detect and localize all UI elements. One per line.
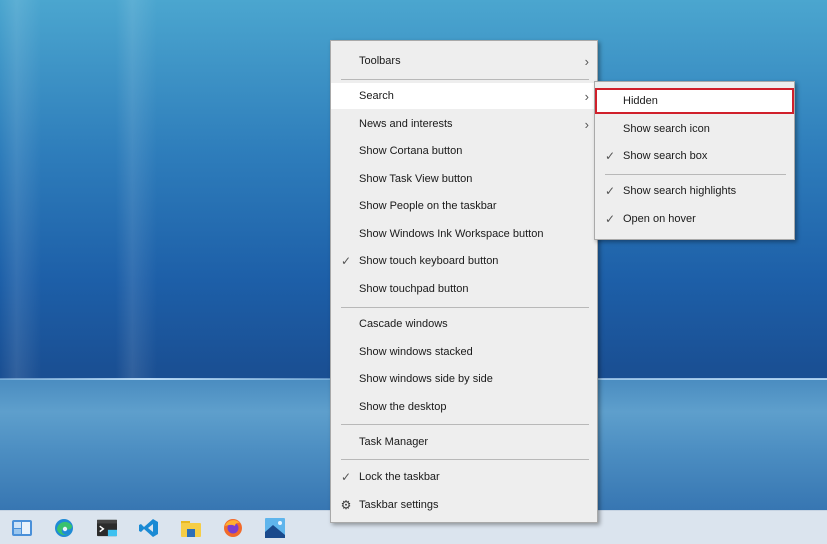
menu-separator (341, 307, 589, 308)
menu-item-show-windows-side-by-side[interactable]: Show windows side by side (331, 366, 597, 392)
terminal-icon[interactable] (97, 518, 117, 538)
menu-item-label: Taskbar settings (359, 499, 439, 511)
submenu-item-label: Hidden (623, 95, 658, 107)
submenu-separator (605, 174, 786, 175)
firefox-icon[interactable] (223, 518, 243, 538)
chevron-right-icon: › (584, 88, 589, 104)
menu-separator (341, 79, 589, 80)
submenu-item-label: Show search icon (623, 123, 710, 135)
menu-item-cascade-windows[interactable]: Cascade windows (331, 311, 597, 337)
menu-item-label: Cascade windows (359, 318, 448, 330)
menu-item-label: Show People on the taskbar (359, 200, 497, 212)
search-submenu: Hidden Show search icon ✓ Show search bo… (594, 81, 795, 240)
menu-item-label: Task Manager (359, 436, 429, 448)
menu-item-show-windows-ink[interactable]: Show Windows Ink Workspace button (331, 221, 597, 247)
chevron-right-icon: › (584, 53, 589, 69)
menu-item-label: Show Cortana button (359, 145, 463, 157)
menu-item-task-manager[interactable]: Task Manager (331, 429, 597, 455)
menu-item-show-touchpad[interactable]: Show touchpad button (331, 276, 597, 302)
menu-item-show-the-desktop[interactable]: Show the desktop (331, 394, 597, 420)
taskbar-context-menu: Toolbars › Search › News and interests ›… (330, 40, 598, 523)
menu-item-label: Toolbars (359, 55, 401, 67)
chevron-right-icon: › (584, 116, 589, 132)
menu-item-show-cortana-button[interactable]: Show Cortana button (331, 138, 597, 164)
submenu-item-show-search-icon[interactable]: Show search icon (595, 116, 794, 142)
menu-item-label: Show windows stacked (359, 346, 473, 358)
menu-item-label: Show touch keyboard button (359, 255, 499, 267)
checkmark-icon: ✓ (604, 212, 616, 226)
menu-item-show-task-view-button[interactable]: Show Task View button (331, 166, 597, 192)
menu-item-label: Show Task View button (359, 173, 473, 185)
menu-item-news-and-interests[interactable]: News and interests › (331, 111, 597, 137)
checkmark-icon: ✓ (340, 254, 352, 268)
menu-item-toolbars[interactable]: Toolbars › (331, 48, 597, 74)
submenu-item-label: Show search box (623, 150, 708, 162)
submenu-item-show-search-highlights[interactable]: ✓ Show search highlights (595, 178, 794, 204)
menu-item-lock-the-taskbar[interactable]: ✓ Lock the taskbar (331, 464, 597, 490)
edge-icon[interactable] (54, 518, 74, 538)
menu-separator (341, 459, 589, 460)
menu-item-show-windows-stacked[interactable]: Show windows stacked (331, 339, 597, 365)
menu-item-label: News and interests (359, 118, 453, 130)
menu-item-search[interactable]: Search › (331, 83, 597, 109)
menu-item-label: Show Windows Ink Workspace button (359, 228, 544, 240)
menu-item-label: Show touchpad button (359, 283, 469, 295)
menu-item-show-touch-keyboard[interactable]: ✓ Show touch keyboard button (331, 248, 597, 274)
menu-item-label: Search (359, 90, 394, 102)
checkmark-icon: ✓ (604, 149, 616, 163)
submenu-item-label: Open on hover (623, 213, 696, 225)
submenu-item-hidden[interactable]: Hidden (595, 88, 794, 114)
gear-icon: ⚙ (340, 498, 352, 512)
menu-item-taskbar-settings[interactable]: ⚙ Taskbar settings (331, 492, 597, 518)
widgets-icon[interactable] (12, 518, 32, 538)
photos-icon[interactable] (265, 518, 285, 538)
submenu-item-show-search-box[interactable]: ✓ Show search box (595, 143, 794, 169)
menu-separator (341, 424, 589, 425)
checkmark-icon: ✓ (340, 470, 352, 484)
menu-item-label: Show the desktop (359, 401, 447, 413)
checkmark-icon: ✓ (604, 184, 616, 198)
file-explorer-icon[interactable] (181, 518, 201, 538)
menu-item-label: Show windows side by side (359, 373, 493, 385)
submenu-item-label: Show search highlights (623, 185, 737, 197)
menu-item-show-people[interactable]: Show People on the taskbar (331, 193, 597, 219)
submenu-item-open-on-hover[interactable]: ✓ Open on hover (595, 206, 794, 232)
menu-item-label: Lock the taskbar (359, 471, 440, 483)
vscode-icon[interactable] (139, 518, 159, 538)
